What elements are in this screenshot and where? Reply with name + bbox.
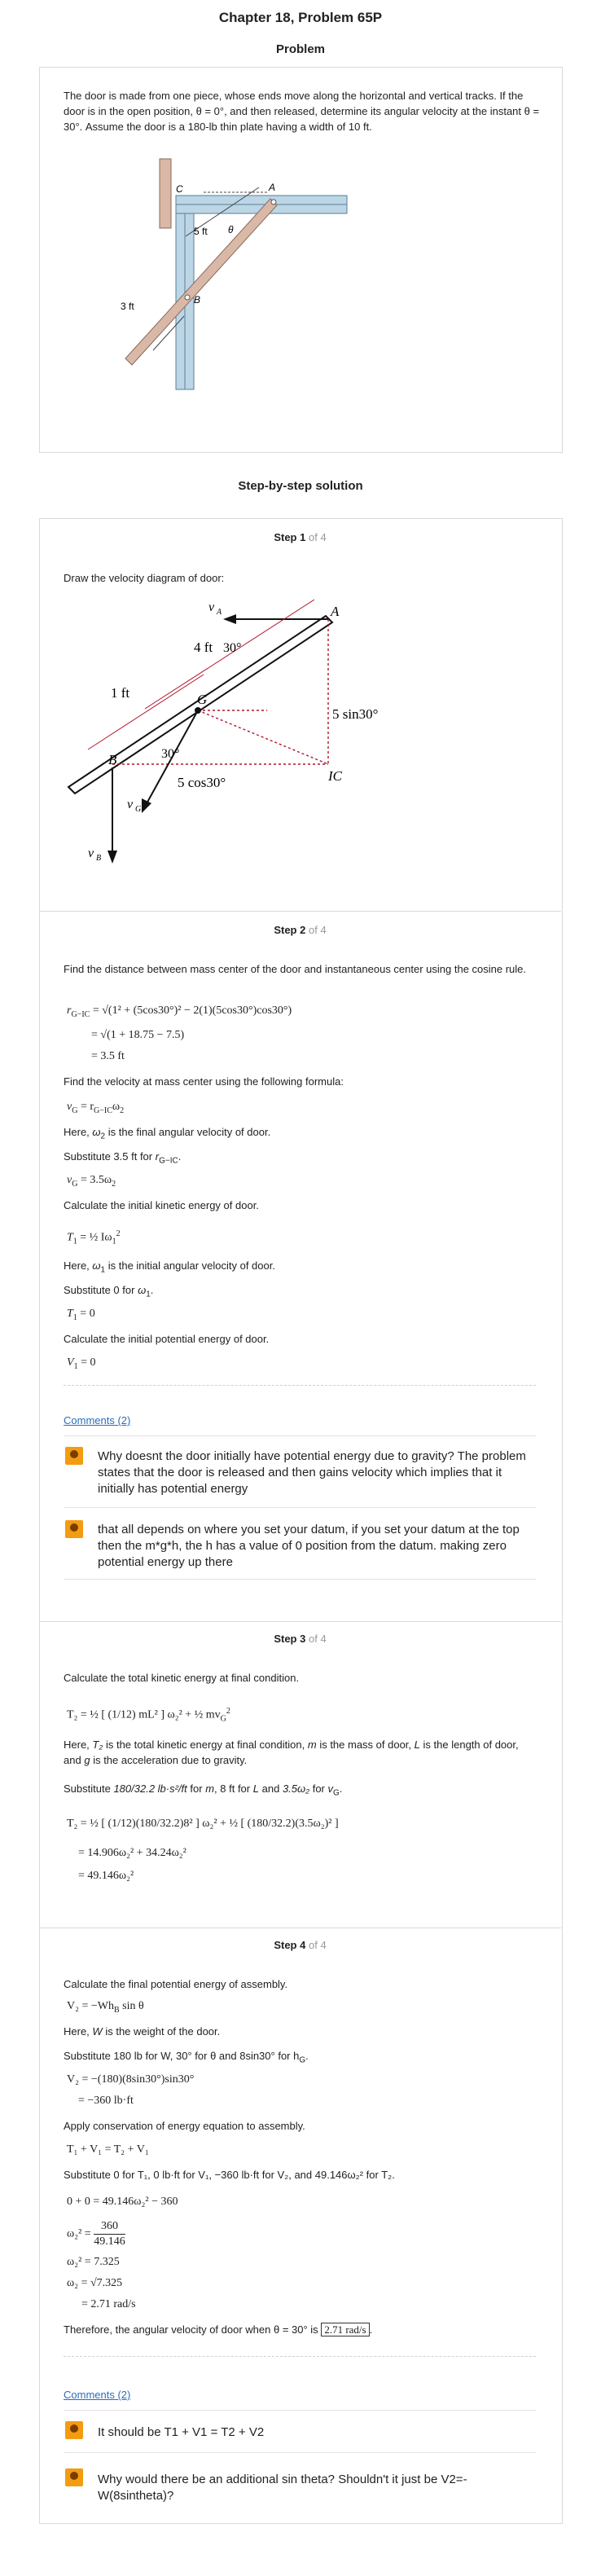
step2-comments-link[interactable]: Comments (2) <box>64 1414 130 1426</box>
step2-eq4: vG = rG−ICω2 <box>67 1101 125 1115</box>
label-5cos30: 5 cos30° <box>178 775 226 790</box>
step2-text-4: Substitute 3.5 ft for rG−IC. <box>64 1150 182 1166</box>
step4-eq3: = −360 lb·ft <box>78 2095 134 2107</box>
step4-text-5: Substitute 0 for T₁, 0 lb·ft for V₁, −36… <box>64 2169 395 2181</box>
step4-comments-link[interactable]: Comments (2) <box>64 2389 130 2401</box>
label-vB-sub: B <box>96 854 101 863</box>
problem-figure: C A B θ 5 ft 3 ft <box>121 158 348 390</box>
comment-avatar-icon <box>65 1520 83 1538</box>
solution-title: Step-by-step solution <box>238 479 363 493</box>
step4-text-1: Calculate the final potential energy of … <box>64 1978 288 1990</box>
step4-eq8: ω₂ = √7.325 <box>67 2277 123 2289</box>
comment-avatar-icon <box>65 2421 83 2439</box>
figure-label-c: C <box>176 183 183 195</box>
step2-text-2: Find the velocity at mass center using t… <box>64 1075 344 1088</box>
comment-avatar-icon <box>65 1447 83 1465</box>
comment-separator <box>64 2410 536 2411</box>
step4-eq9: = 2.71 rad/s <box>81 2298 136 2310</box>
step3-text-1: Calculate the total kinetic energy at fi… <box>64 1672 300 1684</box>
step3-eq4: = 49.146ω₂² <box>78 1870 134 1882</box>
label-vA: v <box>208 600 215 614</box>
step2-eq5: vG = 3.5ω2 <box>67 1174 116 1189</box>
label-A: A <box>330 604 340 619</box>
label-30-mid: 30° <box>161 747 179 761</box>
step4-eq7: ω₂² = 7.325 <box>67 2256 120 2268</box>
comment-text: Why doesnt the door initially have poten… <box>98 1449 526 1496</box>
comment-separator <box>64 1435 536 1436</box>
figure-label-a: A <box>268 182 275 193</box>
step1-intro: Draw the velocity diagram of door: <box>64 572 225 584</box>
step3-text-3: Substitute 180/32.2 lb·s²/ft for m, 8 ft… <box>64 1783 343 1798</box>
step3-eq1: T₂ = ½ [ (1/12) mL² ] ω₂² + ½ mvG2 <box>67 1707 230 1724</box>
step4-eq4: T₁ + V₁ = T₂ + V₁ <box>67 2143 149 2156</box>
answer-box: 2.71 rad/s <box>321 2323 370 2336</box>
velocity-diagram: v A A 4 ft 30° 1 ft G 5 sin30° 30° B 5 c… <box>67 599 378 864</box>
step1-heading: Step 1 of 4 <box>274 531 327 543</box>
step2-text-7: Substitute 0 for ω1. <box>64 1284 154 1299</box>
problem-heading: Problem <box>275 42 325 56</box>
step2-divider <box>39 1621 561 1622</box>
label-B: B <box>108 752 117 767</box>
figure-label-b: B <box>194 294 200 306</box>
label-1ft: 1 ft <box>111 685 129 701</box>
step2-dashed <box>64 1385 536 1386</box>
label-vB: v <box>88 846 94 860</box>
step3-text-2: Here, T₂ is the total kinetic energy at … <box>64 1739 519 1766</box>
step3-heading: Step 3 of 4 <box>274 1633 327 1645</box>
step2-eq3: = 3.5 ft <box>91 1050 125 1062</box>
figure-label-3ft: 3 ft <box>121 301 134 312</box>
comment-separator <box>64 1507 536 1508</box>
comment-avatar-icon <box>65 2468 83 2486</box>
figure-label-5ft: 5 ft <box>194 226 208 237</box>
problem-text: The door is made from one piece, whose e… <box>64 90 540 133</box>
step4-text-3: Substitute 180 lb for W, 30° for θ and 8… <box>64 2050 309 2065</box>
step2-eq2: = √(1 + 18.75 − 7.5) <box>91 1029 185 1041</box>
step3-eq3: = 14.906ω₂² + 34.24ω₂² <box>78 1847 186 1859</box>
step2-heading: Step 2 of 4 <box>274 924 327 936</box>
label-G: G <box>197 692 207 707</box>
step2-text-3: Here, ω2 is the final angular velocity o… <box>64 1126 271 1141</box>
step4-text-2: Here, W is the weight of the door. <box>64 2025 221 2038</box>
label-5sin30: 5 sin30° <box>332 706 378 722</box>
step3-eq2: T₂ = ½ [ (1/12)(180/32.2)8² ] ω₂² + ½ [ … <box>67 1818 339 1830</box>
step2-eq6: T1 = ½ Iω12 <box>67 1229 121 1246</box>
step4-heading: Step 4 of 4 <box>274 1939 327 1951</box>
step2-eq8: V1 = 0 <box>67 1356 96 1371</box>
label-30-top: 30° <box>223 641 241 655</box>
comment-separator <box>64 1579 536 1580</box>
step4-dashed <box>64 2356 536 2357</box>
step4-conclusion: Therefore, the angular velocity of door … <box>64 2323 373 2336</box>
step1-divider <box>39 911 561 912</box>
step2-eq1: rG−IC = √(1² + (5cos30°)² − 2(1)(5cos30°… <box>67 1004 292 1019</box>
step2-text-6: Here, ω1 is the initial angular velocity… <box>64 1259 275 1275</box>
comment-separator <box>64 2452 536 2453</box>
label-4ft: 4 ft <box>194 640 213 655</box>
comment-text: that all depends on where you set your d… <box>98 1523 520 1569</box>
label-vG: v <box>127 798 134 811</box>
step2-eq7: T1 = 0 <box>67 1308 95 1322</box>
step4-eq2: V₂ = −(180)(8sin30°)sin30° <box>67 2073 195 2086</box>
label-IC: IC <box>327 768 343 784</box>
step4-eq1: V₂ = −WhB sin θ <box>67 2000 144 2015</box>
step2-text-5: Calculate the initial kinetic energy of … <box>64 1199 259 1211</box>
figure-label-theta: θ <box>228 224 234 235</box>
step4-text-4: Apply conservation of energy equation to… <box>64 2120 305 2132</box>
comment-text: Why would there be an additional sin the… <box>98 2473 467 2503</box>
comment-text: It should be T1 + V1 = T2 + V2 <box>98 2425 265 2439</box>
step4-eq5: 0 + 0 = 49.146ω₂² − 360 <box>67 2196 178 2208</box>
label-vA-sub: A <box>216 608 222 617</box>
step2-text-8: Calculate the initial potential energy o… <box>64 1333 270 1345</box>
label-vG-sub: G <box>135 805 141 814</box>
step4-eq6: ω₂² = 360 49.146 <box>67 2220 125 2248</box>
step2-text-1: Find the distance between mass center of… <box>64 963 527 975</box>
page-title: Chapter 18, Problem 65P <box>218 10 383 25</box>
